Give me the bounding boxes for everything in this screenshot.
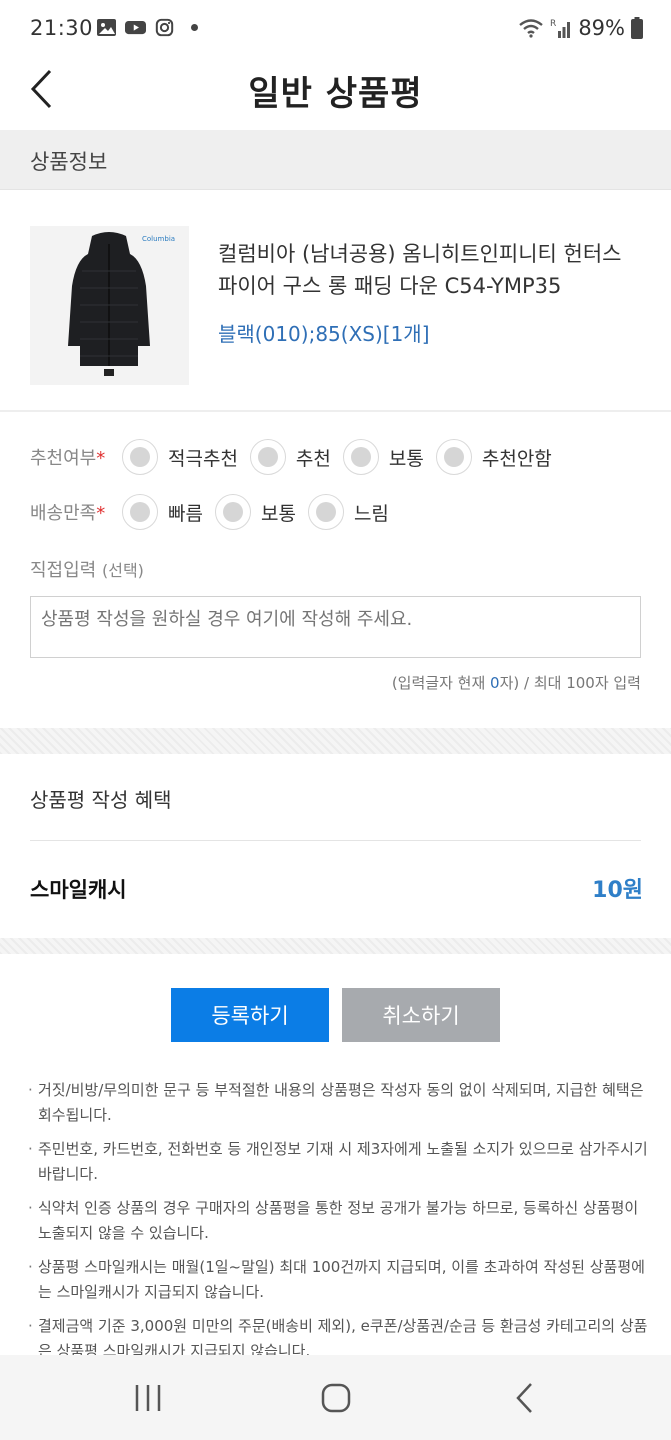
notice-item: 식약처 인증 상품의 경우 구매자의 상품평을 통한 정보 공개가 불가능 하므… [28, 1196, 648, 1246]
radio-circle[interactable] [122, 439, 158, 475]
radio-circle[interactable] [122, 494, 158, 530]
gallery-icon [97, 19, 116, 36]
radio-recommend-strong[interactable]: 적극추천 [122, 439, 238, 475]
home-icon [321, 1383, 351, 1413]
delivery-row: 배송만족* 빠름 보통 느림 [30, 492, 401, 532]
section-divider [0, 938, 671, 954]
battery-icon [631, 17, 643, 39]
section-divider [0, 728, 671, 754]
cancel-button[interactable]: 취소하기 [342, 988, 500, 1042]
notice-item: 거짓/비방/무의미한 문구 등 부적절한 내용의 상품평은 작성자 동의 없이 … [28, 1078, 648, 1128]
radio-circle[interactable] [435, 439, 472, 475]
wifi-icon [519, 19, 544, 38]
recommend-radio-group: 적극추천 추천 보통 추천안함 [122, 439, 564, 475]
review-textarea[interactable] [30, 596, 641, 658]
radio-circle[interactable] [214, 494, 251, 530]
notice-item: 주민번호, 카드번호, 전화번호 등 개인정보 기재 시 제3자에게 노출될 소… [28, 1137, 648, 1187]
notice-item: 상품평 스마일캐시는 매월(1일~말일) 최대 100건까지 지급되며, 이를 … [28, 1255, 648, 1305]
recent-apps-button[interactable] [128, 1381, 168, 1415]
char-count: (입력글자 현재 0자) / 최대 100자 입력 [391, 674, 641, 692]
benefit-value: 10원 [592, 878, 643, 903]
back-icon [516, 1383, 532, 1413]
status-system-icons: R 89% [518, 16, 643, 40]
radio-delivery-fast[interactable]: 빠름 [122, 494, 203, 530]
benefit-title: 상품평 작성 혜택 [30, 788, 172, 812]
app-header: 일반 상품평 [0, 58, 671, 130]
radio-recommend[interactable]: 추천 [249, 439, 331, 475]
divider [30, 840, 641, 841]
radio-circle[interactable] [342, 439, 379, 475]
recommend-row: 추천여부* 적극추천 추천 보통 추천안함 [30, 437, 564, 477]
radio-delivery-normal[interactable]: 보통 [214, 494, 296, 530]
youtube-icon [125, 20, 146, 35]
delivery-label: 배송만족* [30, 503, 106, 524]
status-bar: 21:30 R 89% [0, 0, 671, 58]
padded-coat-image: Columbia [30, 226, 189, 385]
signal-icon: R [550, 19, 571, 38]
benefit-name: 스마일캐시 [30, 878, 127, 902]
instagram-icon [155, 18, 174, 37]
notice-list: 거짓/비방/무의미한 문구 등 부적절한 내용의 상품평은 작성자 동의 없이 … [28, 1078, 648, 1373]
status-notification-icons [96, 18, 198, 37]
product-info: Columbia 컬럼비아 (남녀공용) 옴니히트인피니티 헌터스파이어 구스 … [0, 190, 671, 412]
delivery-radio-group: 빠름 보통 느림 [122, 494, 401, 530]
product-name[interactable]: 컬럼비아 (남녀공용) 옴니히트인피니티 헌터스파이어 구스 롱 패딩 다운 C… [218, 238, 638, 302]
recommend-label: 추천여부* [30, 448, 106, 469]
submit-button[interactable]: 등록하기 [171, 988, 329, 1042]
direct-input-label: 직접입력 (선택) [30, 560, 144, 581]
more-notifications-dot [191, 24, 198, 31]
product-option: 블랙(010);85(XS)[1개] [218, 322, 430, 346]
section-header-product-info: 상품정보 [0, 130, 671, 190]
svg-text:Columbia: Columbia [142, 235, 175, 243]
section-title: 상품정보 [30, 150, 108, 174]
status-time: 21:30 [30, 16, 94, 40]
recent-apps-icon [135, 1385, 161, 1411]
svg-text:R: R [550, 19, 556, 29]
radio-recommend-normal[interactable]: 보통 [342, 439, 424, 475]
nav-back-button[interactable] [506, 1381, 546, 1415]
battery-percent: 89% [578, 16, 625, 40]
system-nav-bar [0, 1355, 671, 1440]
radio-circle[interactable] [249, 439, 286, 475]
radio-circle[interactable] [307, 494, 344, 530]
radio-delivery-slow[interactable]: 느림 [307, 494, 389, 530]
home-button[interactable] [316, 1381, 356, 1415]
product-image: Columbia [30, 226, 189, 385]
radio-recommend-no[interactable]: 추천안함 [435, 439, 552, 475]
page-title: 일반 상품평 [248, 74, 423, 114]
